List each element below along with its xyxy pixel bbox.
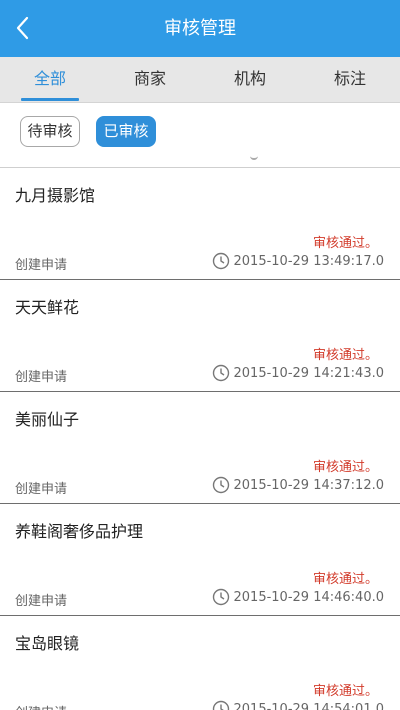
action-type: 创建申请 <box>15 594 68 609</box>
item-title: 九月摄影馆 <box>15 186 96 205</box>
status-text: 审核通过。 <box>312 236 378 251</box>
clock-icon <box>212 700 229 710</box>
action-type: 创建申请 <box>15 258 68 273</box>
timestamp: 2015-10-29 14:54:01.0 <box>212 700 384 710</box>
active-tab-indicator <box>21 98 79 101</box>
tab-annotations[interactable]: 标注 <box>300 57 400 103</box>
clock-icon <box>212 476 229 494</box>
tab-all[interactable]: 全部 <box>0 57 100 103</box>
clock-icon <box>212 588 229 606</box>
timestamp-text: 2015-10-29 14:21:43.0 <box>233 365 384 381</box>
item-title: 养鞋阁奢侈品护理 <box>15 522 144 541</box>
review-filter-bar: 待审核 已审核 <box>0 104 400 168</box>
list-item[interactable]: 九月摄影馆 审核通过。 创建申请 2015-10-29 13:49:17.0 <box>0 168 400 280</box>
list-item[interactable]: 养鞋阁奢侈品护理 审核通过。 创建申请 2015-10-29 14:46:40.… <box>0 504 400 616</box>
review-list: 九月摄影馆 审核通过。 创建申请 2015-10-29 13:49:17.0 天… <box>0 158 400 710</box>
reviewed-filter-button[interactable]: 已审核 <box>96 116 156 147</box>
tab-institutions[interactable]: 机构 <box>200 57 300 103</box>
timestamp: 2015-10-29 13:49:17.0 <box>212 252 384 270</box>
pending-filter-button[interactable]: 待审核 <box>20 116 80 147</box>
timestamp-text: 2015-10-29 14:54:01.0 <box>233 701 384 710</box>
timestamp-text: 2015-10-29 14:46:40.0 <box>233 589 384 605</box>
tab-merchants[interactable]: 商家 <box>100 57 200 103</box>
status-text: 审核通过。 <box>312 460 378 475</box>
timestamp: 2015-10-29 14:37:12.0 <box>212 476 384 494</box>
timestamp-text: 2015-10-29 14:37:12.0 <box>233 477 384 493</box>
category-tabs: 全部 商家 机构 标注 <box>0 57 400 103</box>
item-title: 美丽仙子 <box>15 410 80 429</box>
list-item[interactable]: 天天鲜花 审核通过。 创建申请 2015-10-29 14:21:43.0 <box>0 280 400 392</box>
list-item[interactable]: 宝岛眼镜 审核通过。 创建申请 2015-10-29 14:54:01.0 <box>0 616 400 710</box>
status-text: 审核通过。 <box>312 348 378 363</box>
clock-icon <box>212 252 229 270</box>
timestamp-text: 2015-10-29 13:49:17.0 <box>233 253 384 269</box>
timestamp: 2015-10-29 14:21:43.0 <box>212 364 384 382</box>
timestamp: 2015-10-29 14:46:40.0 <box>212 588 384 606</box>
clock-icon <box>212 364 229 382</box>
list-item[interactable]: 美丽仙子 审核通过。 创建申请 2015-10-29 14:37:12.0 <box>0 392 400 504</box>
page-title: 审核管理 <box>164 18 236 39</box>
action-type: 创建申请 <box>15 702 67 710</box>
action-type: 创建申请 <box>15 370 68 385</box>
item-title: 宝岛眼镜 <box>15 634 80 653</box>
status-text: 审核通过。 <box>312 572 378 587</box>
status-text: 审核通过。 <box>312 684 378 699</box>
app-header: 审核管理 <box>0 0 400 57</box>
action-type: 创建申请 <box>15 482 68 497</box>
item-title: 天天鲜花 <box>15 298 80 317</box>
